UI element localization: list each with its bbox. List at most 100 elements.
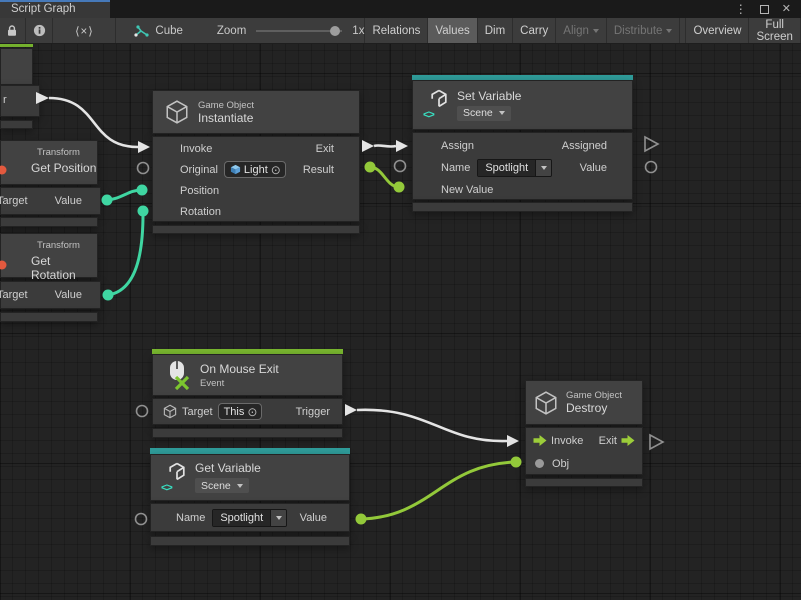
unity-variable-icon: <> xyxy=(161,462,187,494)
node-body[interactable]: Invoke Exit Original xyxy=(152,136,360,222)
cube-icon xyxy=(165,99,189,125)
node-footer xyxy=(152,428,343,438)
variable-name-dropdown[interactable]: Spotlight xyxy=(212,509,287,527)
variable-name-value: Spotlight xyxy=(478,160,535,176)
variable-scope-value: Scene xyxy=(463,107,493,119)
window-menu-icon[interactable]: ⋮ xyxy=(735,3,747,15)
variable-scope-value: Scene xyxy=(201,480,231,492)
graph-icon xyxy=(133,24,149,38)
chevron-down-icon xyxy=(666,29,672,33)
port-label-value: Value xyxy=(300,512,327,524)
port-label-assign: Assign xyxy=(441,140,474,152)
node-footer xyxy=(0,120,33,129)
node-header[interactable]: <> Set Variable Scene xyxy=(412,80,633,130)
node-body[interactable]: Assign Assigned Name Spotlight Value xyxy=(412,132,633,200)
tab-script-graph[interactable]: Script Graph xyxy=(0,0,110,18)
node-category: Transform xyxy=(37,147,80,158)
port-label-rotation: Rotation xyxy=(180,206,221,218)
unity-variable-icon: <> xyxy=(423,89,449,121)
original-object-value: Light xyxy=(244,164,268,176)
port-label-trigger: Trigger xyxy=(296,406,330,418)
distribute-dropdown[interactable]: Distribute xyxy=(607,18,681,43)
align-label: Align xyxy=(563,25,589,37)
node-body[interactable]: Target This ⊙ Trigger xyxy=(152,398,343,425)
node-body[interactable]: Invoke Exit Obj xyxy=(525,427,643,475)
node-body[interactable]: Name Spotlight Value xyxy=(150,503,350,532)
window-close-icon[interactable]: ✕ xyxy=(782,4,791,15)
lock-icon xyxy=(6,24,18,37)
object-picker-icon[interactable]: ⊙ xyxy=(247,406,257,418)
tab-bar: Script Graph ⋮ ✕ xyxy=(0,0,801,18)
window-controls: ⋮ ✕ xyxy=(735,0,801,18)
flow-out-arrow-icon[interactable] xyxy=(621,435,635,446)
info-icon xyxy=(33,24,46,37)
zoom-label: Zoom xyxy=(217,25,246,37)
graph-toolbar: ⟨×⟩ Cube Zoom 1x Relations Values Dim Ca… xyxy=(0,18,801,44)
chevron-down-icon xyxy=(541,166,547,170)
dim-button[interactable]: Dim xyxy=(478,18,513,43)
node-header[interactable]: Transform Get Position xyxy=(0,140,98,185)
original-object-field[interactable]: Light ⊙ xyxy=(224,161,286,178)
node-body[interactable]: Target Value xyxy=(0,187,101,215)
zoom-slider-handle[interactable] xyxy=(330,26,340,36)
node-category: Event xyxy=(200,378,279,389)
node-header[interactable]: Transform Get Rotation xyxy=(0,233,98,278)
window-maximize-icon[interactable] xyxy=(760,5,769,14)
port-label-new-value: New Value xyxy=(441,184,493,196)
graph-target-label: Cube xyxy=(155,25,183,37)
target-object-field[interactable]: This ⊙ xyxy=(218,403,263,420)
node-body[interactable]: r xyxy=(0,85,40,117)
port-label-name: Name xyxy=(441,162,470,174)
object-picker-icon[interactable]: ⊙ xyxy=(271,164,281,176)
node-footer xyxy=(0,217,98,227)
fullscreen-button[interactable]: Full Screen xyxy=(749,18,801,43)
node-title: On Mouse Exit xyxy=(200,362,279,376)
node-title: Set Variable xyxy=(457,89,521,103)
node-header[interactable]: On Mouse Exit Event xyxy=(152,354,343,396)
node-category: Transform xyxy=(37,240,80,251)
node-footer xyxy=(0,312,98,322)
chevron-down-icon xyxy=(499,111,505,115)
variable-name-dropdown[interactable]: Spotlight xyxy=(477,159,552,177)
variable-scope-dropdown[interactable]: Scene xyxy=(457,106,511,121)
variable-brackets-icon: <> xyxy=(423,109,434,121)
port-label-obj: Obj xyxy=(552,458,569,470)
variable-name-value: Spotlight xyxy=(213,510,270,526)
port-label-assigned: Assigned xyxy=(562,140,607,152)
node-title: Instantiate xyxy=(198,111,254,125)
node-title: Get Variable xyxy=(195,461,261,475)
variable-scope-dropdown[interactable]: Scene xyxy=(195,478,249,493)
obj-port-dot-icon[interactable] xyxy=(535,459,544,468)
inspect-button[interactable] xyxy=(26,18,54,43)
graph-canvas[interactable]: r Transform Get Position Target Value xyxy=(0,44,801,600)
port-label-original: Original xyxy=(180,164,218,176)
chevron-down-icon xyxy=(593,29,599,33)
flow-in-arrow-icon[interactable] xyxy=(533,435,547,446)
node-header[interactable] xyxy=(0,48,33,85)
node-category: Game Object xyxy=(198,100,254,111)
port-label-value: Value xyxy=(55,289,82,301)
edit-graph-button[interactable]: ⟨×⟩ xyxy=(53,18,116,43)
port-label-exit: Exit xyxy=(316,143,334,155)
port-label-target: Target xyxy=(182,406,213,418)
node-footer xyxy=(412,202,633,212)
node-header[interactable]: Game Object Destroy xyxy=(525,380,643,425)
node-title: Get Position xyxy=(31,161,96,175)
carry-button[interactable]: Carry xyxy=(513,18,556,43)
distribute-label: Distribute xyxy=(614,25,663,37)
target-object-value: This xyxy=(224,406,245,418)
lock-button[interactable] xyxy=(0,18,26,43)
node-body[interactable]: Target Value xyxy=(0,281,101,309)
port-label-name: Name xyxy=(176,512,205,524)
align-dropdown[interactable]: Align xyxy=(556,18,607,43)
values-button[interactable]: Values xyxy=(428,18,477,43)
relations-button[interactable]: Relations xyxy=(365,18,428,43)
node-header[interactable]: <> Get Variable Scene xyxy=(150,454,350,501)
node-title: Destroy xyxy=(566,401,622,415)
node-title: Get Rotation xyxy=(31,254,97,282)
node-footer xyxy=(150,536,350,546)
overview-button[interactable]: Overview xyxy=(685,18,749,43)
node-header[interactable]: Game Object Instantiate xyxy=(152,90,360,134)
chevron-down-icon xyxy=(276,516,282,520)
zoom-slider[interactable] xyxy=(256,30,342,32)
